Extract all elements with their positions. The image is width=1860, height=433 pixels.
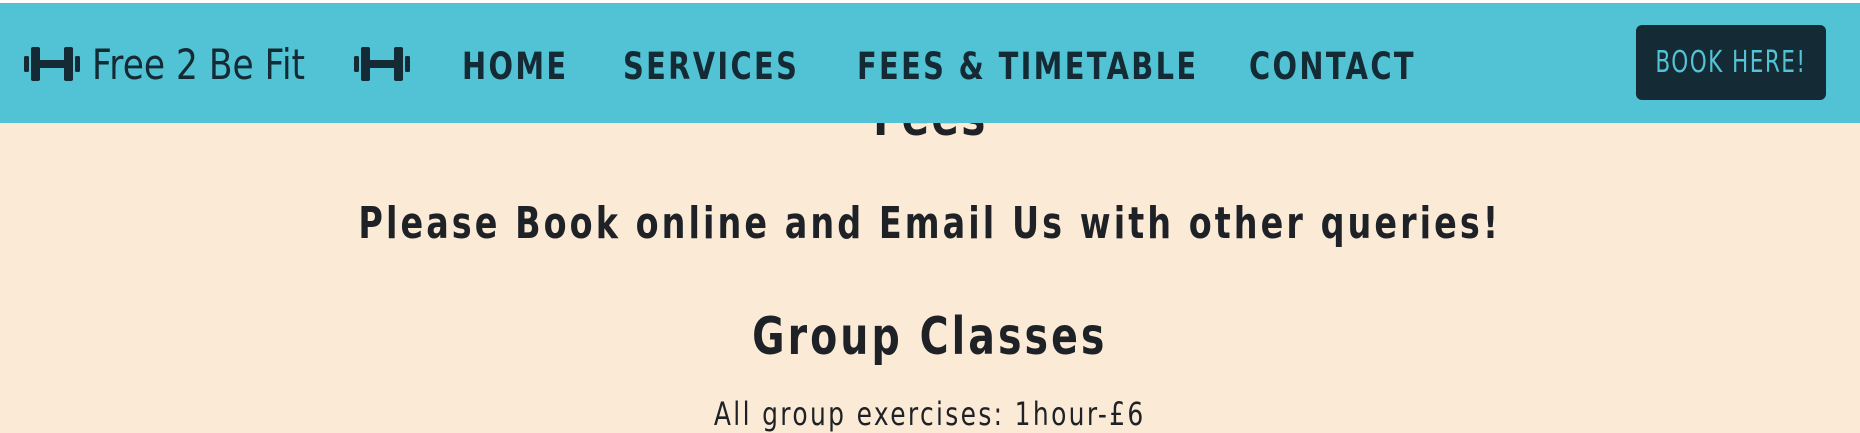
nav-link-services[interactable]: SERVICES <box>623 45 799 88</box>
group-classes-price: All group exercises: 1hour-£6 <box>714 395 1146 433</box>
nav-link-home[interactable]: HOME <box>462 45 568 88</box>
book-here-button[interactable]: BOOK HERE! <box>1636 25 1826 100</box>
brand-name: Free 2 Be Fit <box>92 39 306 89</box>
nav-link-contact[interactable]: CONTACT <box>1249 45 1416 88</box>
book-here-label: BOOK HERE! <box>1655 45 1807 80</box>
navbar: Free 2 Be Fit HOME SERVICES FEES & TIMET… <box>0 3 1860 123</box>
nav-link-fees-timetable[interactable]: FEES & TIMETABLE <box>857 45 1198 88</box>
booking-tagline: Please Book online and Email Us with oth… <box>358 198 1502 249</box>
group-classes-heading: Group Classes <box>752 307 1108 367</box>
brand-logo-link[interactable]: Free 2 Be Fit <box>22 39 412 89</box>
dumbbell-icon <box>354 47 410 81</box>
dumbbell-icon <box>24 47 80 81</box>
